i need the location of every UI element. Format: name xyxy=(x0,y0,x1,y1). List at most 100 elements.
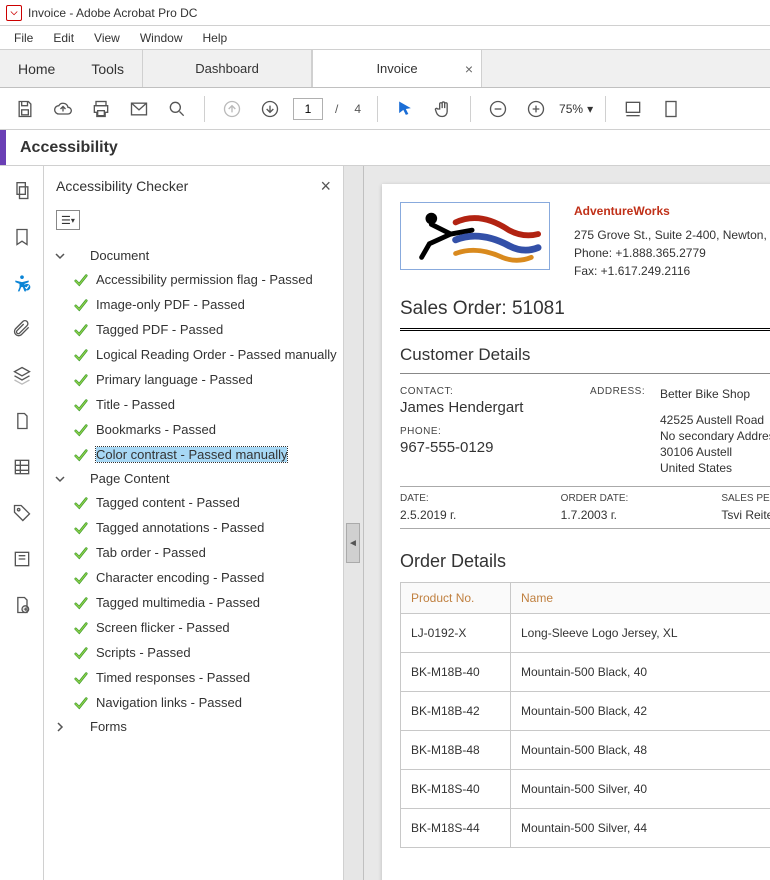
accessibility-icon[interactable] xyxy=(11,272,33,294)
title-bar: ⌵ Invoice - Adobe Acrobat Pro DC xyxy=(0,0,770,26)
checker-item[interactable]: Logical Reading Order - Passed manually xyxy=(74,342,343,367)
table-row: BK-M18B-48Mountain-500 Black, 48 xyxy=(401,731,770,770)
print-icon[interactable] xyxy=(86,94,116,124)
pages-icon[interactable] xyxy=(11,180,33,202)
close-panel-icon[interactable]: × xyxy=(320,176,331,197)
checker-options-button[interactable]: ☰▾ xyxy=(56,210,80,230)
table-row: LJ-0192-XLong-Sleeve Logo Jersey, XL xyxy=(401,614,770,653)
menu-window[interactable]: Window xyxy=(130,28,193,48)
panel-header: Accessibility xyxy=(0,130,770,166)
save-icon[interactable] xyxy=(10,94,40,124)
menu-view[interactable]: View xyxy=(84,28,130,48)
separator xyxy=(605,96,606,122)
checker-item[interactable]: Scripts - Passed xyxy=(74,640,343,665)
page-up-icon[interactable] xyxy=(217,94,247,124)
export-icon[interactable] xyxy=(11,594,33,616)
company-logo xyxy=(400,202,550,270)
app-icon: ⌵ xyxy=(6,5,22,21)
checker-section-header[interactable]: Page Content xyxy=(44,467,343,490)
address-line4: United States xyxy=(660,460,770,476)
checker-item[interactable]: Accessibility permission flag - Passed xyxy=(74,267,343,292)
menu-edit[interactable]: Edit xyxy=(43,28,84,48)
separator xyxy=(377,96,378,122)
checker-item[interactable]: Character encoding - Passed xyxy=(74,565,343,590)
tab-dashboard[interactable]: Dashboard xyxy=(142,50,312,87)
separator xyxy=(204,96,205,122)
search-icon[interactable] xyxy=(162,94,192,124)
tab-bar: Home Tools Dashboard Invoice × xyxy=(0,50,770,88)
checker-item[interactable]: Image-only PDF - Passed xyxy=(74,292,343,317)
checker-section: Page ContentTagged content - PassedTagge… xyxy=(44,467,343,715)
select-tool-icon[interactable] xyxy=(390,94,420,124)
document-viewport[interactable]: AdventureWorks 275 Grove St., Suite 2-40… xyxy=(364,166,770,880)
checker-item[interactable]: Tagged content - Passed xyxy=(74,490,343,515)
table-row: BK-M18S-40Mountain-500 Silver, 40 xyxy=(401,770,770,809)
tab-invoice[interactable]: Invoice × xyxy=(312,50,482,87)
contact-value: James Hendergart xyxy=(400,397,580,426)
order-meta: DATE:2.5.2019 г. ORDER DATE:1.7.2003 г. … xyxy=(400,486,770,529)
checker-item[interactable]: Tagged annotations - Passed xyxy=(74,515,343,540)
order-panel-icon[interactable] xyxy=(11,456,33,478)
zoom-in-icon[interactable] xyxy=(521,94,551,124)
col-product-no: Product No. xyxy=(401,583,511,614)
fit-page-icon[interactable] xyxy=(656,94,686,124)
address-line1: 42525 Austell Road xyxy=(660,412,770,428)
zoom-out-icon[interactable] xyxy=(483,94,513,124)
menu-help[interactable]: Help xyxy=(193,28,238,48)
checker-section: DocumentAccessibility permission flag - … xyxy=(44,244,343,467)
navigation-rail xyxy=(0,166,44,880)
checker-item[interactable]: Tagged multimedia - Passed xyxy=(74,590,343,615)
collapse-handle[interactable]: ◄ xyxy=(346,523,360,563)
col-name: Name xyxy=(511,583,770,614)
tags-icon[interactable] xyxy=(11,502,33,524)
checker-section: Forms xyxy=(44,715,343,738)
separator xyxy=(470,96,471,122)
page-number-input[interactable] xyxy=(293,98,323,120)
address-line3: 30106 Austell xyxy=(660,444,770,460)
customer-details-heading: Customer Details xyxy=(400,331,770,374)
bookmark-icon[interactable] xyxy=(11,226,33,248)
table-row: BK-M18B-40Mountain-500 Black, 40 xyxy=(401,653,770,692)
checker-item[interactable]: Primary language - Passed xyxy=(74,367,343,392)
content-panel-icon[interactable] xyxy=(11,548,33,570)
tab-tools[interactable]: Tools xyxy=(73,50,142,87)
contact-label: CONTACT: xyxy=(400,386,580,397)
fit-width-icon[interactable] xyxy=(618,94,648,124)
hand-tool-icon[interactable] xyxy=(428,94,458,124)
checker-item[interactable]: Screen flicker - Passed xyxy=(74,615,343,640)
menu-bar: File Edit View Window Help xyxy=(0,26,770,50)
checker-section-header[interactable]: Forms xyxy=(44,715,343,738)
company-name: AdventureWorks xyxy=(574,202,770,220)
attachment-icon[interactable] xyxy=(11,318,33,340)
checker-item[interactable]: Navigation links - Passed xyxy=(74,690,343,715)
order-table: Product No. Name LJ-0192-XLong-Sleeve Lo… xyxy=(400,582,770,848)
checker-title: Accessibility Checker xyxy=(56,178,188,194)
mail-icon[interactable] xyxy=(124,94,154,124)
layers-icon[interactable] xyxy=(11,364,33,386)
panel-gutter: ◄ xyxy=(344,166,364,880)
checker-item[interactable]: Tab order - Passed xyxy=(74,540,343,565)
menu-file[interactable]: File xyxy=(4,28,43,48)
panel-title: Accessibility xyxy=(6,139,118,157)
cloud-upload-icon[interactable] xyxy=(48,94,78,124)
checker-item[interactable]: Bookmarks - Passed xyxy=(74,417,343,442)
page-separator: / xyxy=(331,102,342,116)
company-info: AdventureWorks 275 Grove St., Suite 2-40… xyxy=(574,202,770,280)
zoom-dropdown[interactable]: 75% ▾ xyxy=(559,102,593,116)
table-row: BK-M18B-42Mountain-500 Black, 42 xyxy=(401,692,770,731)
close-tab-icon[interactable]: × xyxy=(465,61,473,77)
page-down-icon[interactable] xyxy=(255,94,285,124)
checker-item[interactable]: Color contrast - Passed manually xyxy=(74,442,343,467)
company-fax: Fax: +1.617.249.2116 xyxy=(574,262,770,280)
checker-section-header[interactable]: Document xyxy=(44,244,343,267)
company-phone: Phone: +1.888.365.2779 xyxy=(574,244,770,262)
table-row: BK-M18S-44Mountain-500 Silver, 44 xyxy=(401,809,770,848)
checker-item[interactable]: Title - Passed xyxy=(74,392,343,417)
company-address: 275 Grove St., Suite 2-400, Newton, MA 0… xyxy=(574,226,770,244)
checker-item[interactable]: Tagged PDF - Passed xyxy=(74,317,343,342)
page-icon[interactable] xyxy=(11,410,33,432)
checker-item[interactable]: Timed responses - Passed xyxy=(74,665,343,690)
window-title: Invoice - Adobe Acrobat Pro DC xyxy=(28,6,197,20)
page-total: 4 xyxy=(350,102,365,116)
tab-home[interactable]: Home xyxy=(0,50,73,87)
